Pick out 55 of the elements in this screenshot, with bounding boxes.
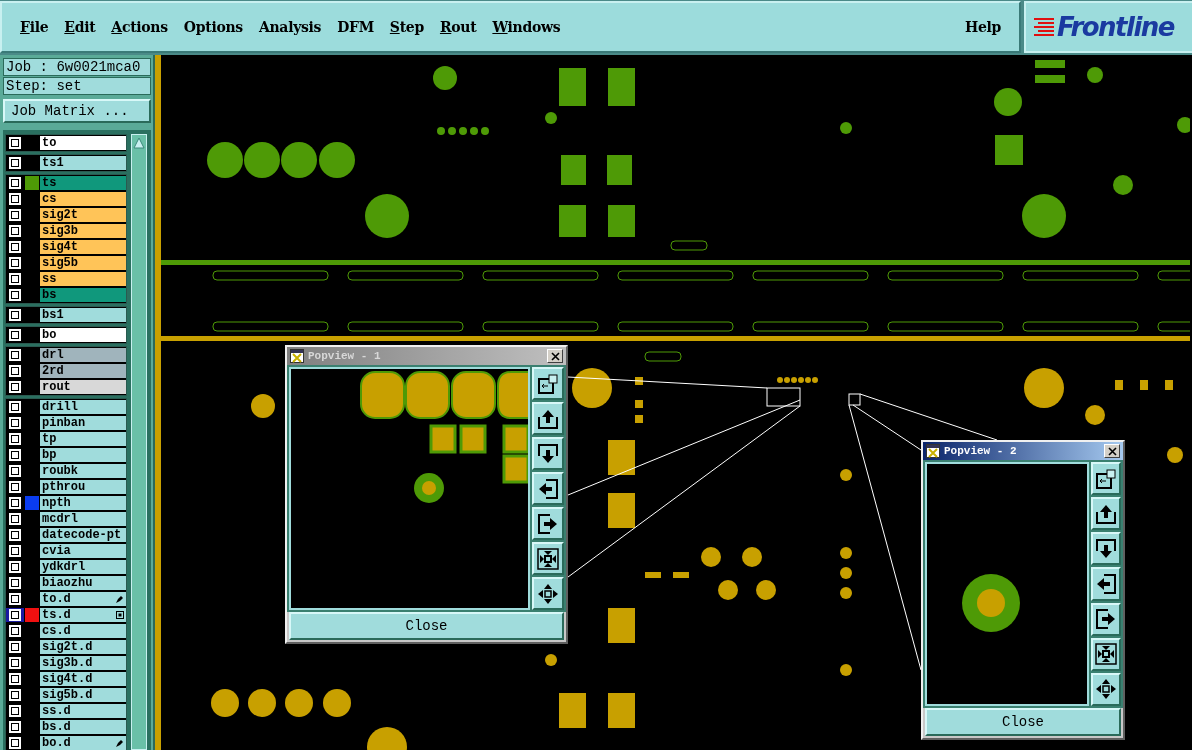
layer-name[interactable]: drl bbox=[40, 348, 126, 362]
layer-name[interactable]: ss bbox=[40, 272, 126, 286]
menu-item[interactable]: Actions bbox=[103, 15, 176, 39]
step-label: Step: set bbox=[3, 77, 151, 95]
layer-name[interactable]: bs1 bbox=[40, 308, 126, 322]
layer-name[interactable]: sig3b bbox=[40, 224, 126, 238]
layer-name[interactable]: sig4t bbox=[40, 240, 126, 254]
help-menu[interactable]: Help bbox=[956, 15, 1009, 39]
layer-name[interactable]: to.d bbox=[40, 592, 126, 606]
window-title: Popview - 1 bbox=[308, 350, 382, 362]
layer-name[interactable]: 2rd bbox=[40, 364, 126, 378]
layer-name[interactable]: bo bbox=[40, 328, 126, 342]
layer-name[interactable]: datecode-pt bbox=[40, 528, 126, 542]
layer-name[interactable]: sig2t.d bbox=[40, 640, 126, 654]
layer-name[interactable]: cs.d bbox=[40, 624, 126, 638]
layer-name[interactable]: tp bbox=[40, 432, 126, 446]
close-button[interactable]: Close bbox=[289, 612, 564, 640]
close-button[interactable]: Close bbox=[925, 708, 1121, 736]
layer-name[interactable]: to bbox=[40, 136, 126, 150]
menu-item[interactable]: File bbox=[12, 15, 57, 39]
job-matrix-button[interactable]: Job Matrix ... bbox=[3, 99, 151, 123]
logo-text: Frontline bbox=[1057, 12, 1174, 42]
menu-item[interactable]: Options bbox=[175, 15, 251, 39]
layer-name[interactable]: sig4t.d bbox=[40, 672, 126, 686]
menu-item[interactable]: DFM bbox=[329, 15, 382, 39]
layer-name[interactable]: cvia bbox=[40, 544, 126, 558]
layer-name[interactable]: mcdrl bbox=[40, 512, 126, 526]
menu-item[interactable]: Analysis bbox=[250, 15, 330, 39]
layer-name[interactable]: bs.d bbox=[40, 720, 126, 734]
layer-name[interactable]: roubk bbox=[40, 464, 126, 478]
layer-name[interactable]: cs bbox=[40, 192, 126, 206]
menu-item[interactable]: Windows bbox=[484, 15, 569, 39]
layer-name[interactable]: biaozhu bbox=[40, 576, 126, 590]
window-title: Popview - 2 bbox=[944, 445, 1018, 457]
layer-name[interactable]: ts1 bbox=[40, 156, 126, 170]
layer-name[interactable]: bs bbox=[40, 288, 126, 302]
layer-name[interactable]: npth bbox=[40, 496, 126, 510]
layer-name[interactable]: rout bbox=[40, 380, 126, 394]
job-label: Job : 6w0021mca0 bbox=[3, 58, 151, 76]
layer-name[interactable]: ts.d bbox=[40, 608, 126, 622]
layer-name[interactable]: ydkdrl bbox=[40, 560, 126, 574]
menu-item[interactable]: Rout bbox=[431, 15, 485, 39]
layer-name[interactable]: sig5b.d bbox=[40, 688, 126, 702]
layer-name[interactable]: sig2t bbox=[40, 208, 126, 222]
layer-name[interactable]: bo.d bbox=[40, 736, 126, 750]
menu-item[interactable]: Edit bbox=[56, 15, 104, 39]
layer-name[interactable]: bp bbox=[40, 448, 126, 462]
layer-name[interactable]: drill bbox=[40, 400, 126, 414]
layer-name[interactable]: ss.d bbox=[40, 704, 126, 718]
menu-item[interactable]: Step bbox=[381, 15, 432, 39]
layer-name[interactable]: pthrou bbox=[40, 480, 126, 494]
layer-name[interactable]: ts bbox=[40, 176, 126, 190]
layer-name[interactable]: sig3b.d bbox=[40, 656, 126, 670]
layer-name[interactable]: sig5b bbox=[40, 256, 126, 270]
layer-name[interactable]: pinban bbox=[40, 416, 126, 430]
